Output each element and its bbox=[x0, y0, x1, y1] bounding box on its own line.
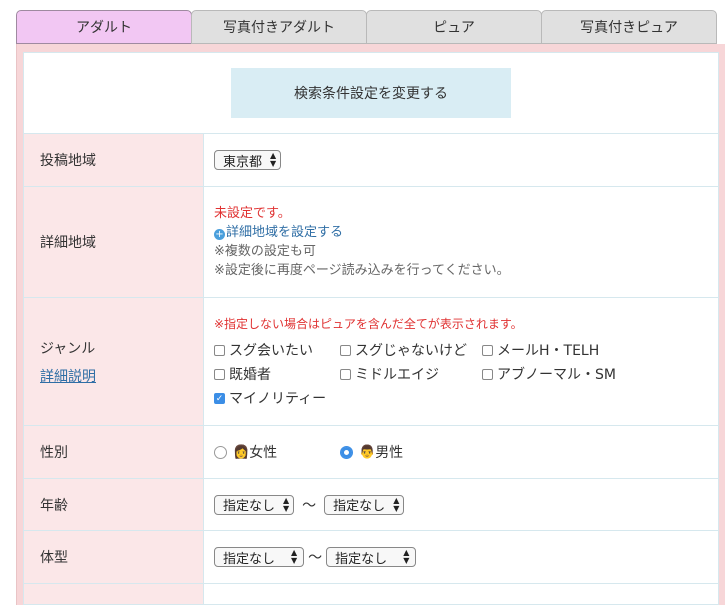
area-select-value: 東京都 bbox=[223, 154, 263, 170]
checkbox-icon bbox=[482, 368, 493, 380]
row-detail-area: 詳細地域 未設定です。 + 詳細地域を設定する ※複数の設定も可 ※設定後に再度ペ… bbox=[24, 187, 718, 298]
plus-circle-icon: + bbox=[214, 229, 225, 240]
detail-area-label: 詳細地域 bbox=[24, 187, 204, 297]
genre-checkbox-abnormal[interactable]: アブノーマル・SM bbox=[482, 364, 642, 384]
detail-area-note-reload: ※設定後に再度ページ読み込みを行ってください。 bbox=[214, 263, 510, 278]
genre-option-label: ミドルエイジ bbox=[355, 367, 439, 383]
radio-selected-icon bbox=[340, 445, 353, 459]
age-to-value: 指定なし bbox=[333, 499, 386, 514]
genre-option-label: スグじゃないけど bbox=[355, 343, 467, 359]
row-genre: ジャンル 詳細説明 ※指定しない場合はピュアを含んだ全てが表示されます。 スグ会… bbox=[24, 298, 718, 426]
man-emoji-icon: 👨 bbox=[359, 444, 376, 460]
range-separator: 〜 bbox=[308, 550, 323, 566]
body-from-select[interactable]: 指定なし ▲ ▼ bbox=[214, 547, 305, 567]
detail-area-link[interactable]: + 詳細地域を設定する bbox=[214, 223, 718, 242]
row-body-type: 体型 指定なし ▲ ▼ 〜 指定なし ▲ ▼ bbox=[24, 531, 718, 584]
select-arrows-icon: ▲ ▼ bbox=[283, 495, 290, 513]
genre-option-label: スグ会いたい bbox=[229, 343, 313, 359]
genre-label: ジャンル bbox=[40, 340, 96, 357]
body-to-select[interactable]: 指定なし ▲ ▼ bbox=[326, 547, 417, 567]
genre-checkbox-mail-tel[interactable]: メールH・TELH bbox=[482, 340, 642, 360]
select-arrows-icon: ▲ ▼ bbox=[291, 548, 298, 565]
checkbox-icon bbox=[214, 368, 225, 380]
gender-female-radio[interactable]: 👩 女性 bbox=[214, 442, 340, 462]
body-from-value: 指定なし bbox=[223, 551, 276, 567]
next-row-label bbox=[24, 584, 204, 604]
genre-option-label: マイノリティー bbox=[229, 391, 327, 407]
tab-pure-with-photo[interactable]: 写真付きピュア bbox=[541, 10, 717, 44]
gender-male-label: 男性 bbox=[375, 445, 404, 461]
genre-option-label: 既婚者 bbox=[229, 367, 271, 383]
genre-checkbox-sugu-aitai[interactable]: スグ会いたい bbox=[214, 340, 340, 360]
tab-pure[interactable]: ピュア bbox=[366, 10, 542, 44]
genre-option-label: メールH・TELH bbox=[497, 343, 600, 359]
genre-checkbox-sugu-janai[interactable]: スグじゃないけど bbox=[340, 340, 482, 360]
form-panel: 検索条件設定を変更する 投稿地域 東京都 ▲ ▼ 詳細地域 未設定です。 + 詳… bbox=[23, 52, 719, 605]
row-age: 年齢 指定なし ▲ ▼ 〜 指定なし ▲ ▼ bbox=[24, 479, 718, 531]
detail-area-link-text: 詳細地域を設定する bbox=[226, 225, 344, 240]
select-arrows-icon: ▲ ▼ bbox=[270, 151, 277, 168]
search-button-row: 検索条件設定を変更する bbox=[24, 53, 718, 134]
row-gender: 性別 👩 女性 👨 男性 bbox=[24, 426, 718, 479]
body-to-value: 指定なし bbox=[335, 551, 388, 567]
genre-options: スグ会いたい スグじゃないけど メールH・TELH 既婚者 ミドルエイジ アブノ… bbox=[214, 340, 718, 408]
checkbox-icon bbox=[340, 368, 351, 380]
range-separator: 〜 bbox=[302, 497, 317, 514]
area-select[interactable]: 東京都 ▲ ▼ bbox=[214, 150, 282, 170]
genre-label-cell: ジャンル 詳細説明 bbox=[24, 298, 204, 425]
tab-adult[interactable]: アダルト bbox=[16, 10, 192, 44]
checkbox-icon bbox=[340, 344, 351, 356]
form-frame: 検索条件設定を変更する 投稿地域 東京都 ▲ ▼ 詳細地域 未設定です。 + 詳… bbox=[16, 44, 725, 605]
gender-label: 性別 bbox=[24, 426, 204, 478]
category-tabs: アダルト 写真付きアダルト ピュア 写真付きピュア bbox=[16, 10, 725, 44]
genre-notice: ※指定しない場合はピュアを含んだ全てが表示されます。 bbox=[214, 317, 523, 331]
area-label: 投稿地域 bbox=[24, 134, 204, 186]
genre-checkbox-middle-age[interactable]: ミドルエイジ bbox=[340, 364, 482, 384]
select-arrows-icon: ▲ ▼ bbox=[393, 495, 400, 513]
age-from-value: 指定なし bbox=[223, 499, 276, 514]
change-search-conditions-button[interactable]: 検索条件設定を変更する bbox=[231, 68, 511, 118]
age-from-select[interactable]: 指定なし ▲ ▼ bbox=[214, 494, 295, 515]
woman-emoji-icon: 👩 bbox=[233, 444, 250, 460]
select-arrows-icon: ▲ ▼ bbox=[403, 548, 410, 565]
genre-checkbox-married[interactable]: 既婚者 bbox=[214, 364, 340, 384]
tab-adult-with-photo[interactable]: 写真付きアダルト bbox=[191, 10, 367, 44]
checkbox-icon bbox=[482, 344, 493, 356]
radio-icon bbox=[214, 445, 227, 459]
age-to-select[interactable]: 指定なし ▲ ▼ bbox=[324, 494, 405, 515]
gender-male-radio[interactable]: 👨 男性 bbox=[340, 442, 403, 462]
checkbox-icon bbox=[214, 344, 225, 356]
search-form: アダルト 写真付きアダルト ピュア 写真付きピュア 検索条件設定を変更する 投稿… bbox=[16, 10, 725, 605]
detail-area-note-multiple: ※複数の設定も可 bbox=[214, 244, 316, 259]
body-type-label: 体型 bbox=[24, 531, 204, 583]
gender-female-label: 女性 bbox=[249, 445, 278, 461]
checkmark-icon: ✓ bbox=[214, 392, 225, 404]
row-area: 投稿地域 東京都 ▲ ▼ bbox=[24, 134, 718, 187]
detail-area-status: 未設定です。 bbox=[214, 206, 291, 221]
genre-help-link[interactable]: 詳細説明 bbox=[40, 366, 203, 386]
genre-option-label: アブノーマル・SM bbox=[497, 367, 616, 383]
age-label: 年齢 bbox=[24, 479, 204, 530]
genre-checkbox-minority[interactable]: ✓ マイノリティー bbox=[214, 388, 340, 408]
row-next-partial bbox=[24, 584, 718, 604]
